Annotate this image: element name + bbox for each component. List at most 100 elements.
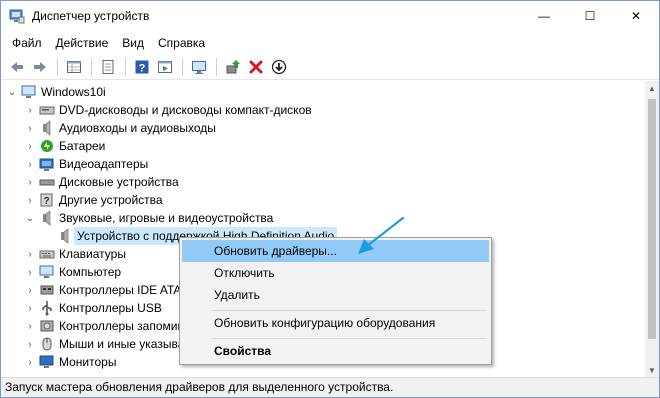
controller-icon (40, 285, 54, 295)
collapse-chevron-icon[interactable]: ⌄ (5, 83, 19, 101)
maximize-button[interactable]: ☐ (567, 1, 613, 31)
tree-item-audio-io[interactable]: › Аудиовходы и аудиовыходы (23, 119, 216, 137)
menu-file[interactable]: Файл (5, 32, 49, 54)
mouse-icon (42, 337, 52, 351)
help-icon: ? (135, 60, 149, 74)
tree-item-label: Звуковые, игровые и видеоустройства (59, 211, 274, 225)
window-title: Диспетчер устройств (32, 9, 150, 23)
expand-chevron-icon[interactable]: › (23, 245, 37, 263)
back-icon (11, 61, 23, 72)
toolbar-separator (125, 57, 126, 76)
toolbar-separator (57, 57, 58, 76)
expand-chevron-icon[interactable]: › (23, 353, 37, 371)
tree-item-label: Компьютер (59, 265, 122, 279)
expand-chevron-icon[interactable]: › (23, 335, 37, 353)
toolbar: ? (1, 54, 659, 80)
menu-action[interactable]: Действие (49, 32, 116, 54)
monitor-icon (192, 60, 206, 74)
disk-icon (39, 179, 55, 186)
update-driver-button[interactable] (222, 56, 244, 78)
context-menu: Обновить драйверы... Отключить Удалить О… (179, 237, 492, 365)
scan-hardware-button[interactable] (188, 56, 210, 78)
tree-root-label: Windows10i (41, 85, 106, 99)
scroll-up-icon[interactable]: ▲ (645, 81, 659, 95)
expand-chevron-icon[interactable]: › (23, 119, 37, 137)
enable-device-button[interactable] (268, 56, 290, 78)
forward-icon (34, 61, 46, 72)
svg-text:?: ? (139, 62, 146, 74)
svg-text:?: ? (43, 196, 49, 207)
context-update-drivers[interactable]: Обновить драйверы... (182, 240, 489, 262)
menu-view[interactable]: Вид (115, 32, 151, 54)
display-adapter-icon (39, 158, 54, 171)
vertical-scrollbar[interactable]: ▲ ▼ (645, 81, 659, 377)
expand-chevron-icon[interactable]: › (23, 281, 37, 299)
scroll-down-icon[interactable]: ▼ (645, 363, 659, 377)
expand-chevron-icon[interactable]: › (23, 137, 37, 155)
speaker-icon (43, 210, 51, 226)
tree-item-label: DVD-дисководы и дисководы компакт-дисков (59, 103, 312, 117)
properties-button[interactable] (97, 56, 119, 78)
menu-bar: Файл Действие Вид Справка (1, 32, 659, 54)
menu-help[interactable]: Справка (151, 32, 212, 54)
forward-button[interactable] (29, 56, 51, 78)
storage-icon (40, 320, 54, 332)
expand-chevron-icon[interactable]: › (23, 263, 37, 281)
minimize-button[interactable]: — (521, 1, 567, 31)
computer-icon (21, 85, 36, 98)
uninstall-device-button[interactable] (245, 56, 267, 78)
update-driver-icon (226, 59, 240, 73)
tree-item-label: Клавиатуры (59, 247, 126, 261)
keyboard-icon (39, 250, 55, 259)
expand-chevron-icon[interactable]: › (23, 299, 37, 317)
context-uninstall[interactable]: Удалить (182, 284, 489, 306)
battery-icon (41, 140, 53, 152)
unknown-device-icon: ? (40, 193, 53, 207)
tree-item-label: Дисковые устройства (59, 175, 179, 189)
tree-item-sound-video[interactable]: ⌄ Звуковые, игровые и видеоустройства (23, 209, 273, 227)
tree-item-other-devices[interactable]: › ? Другие устройства (23, 191, 163, 209)
context-disable[interactable]: Отключить (182, 262, 489, 284)
tree-item-computer[interactable]: › Компьютер (23, 263, 121, 281)
collapse-chevron-icon[interactable]: ⌄ (23, 209, 37, 227)
action-pane-button[interactable] (154, 56, 176, 78)
expand-chevron-icon[interactable]: › (23, 317, 37, 335)
toolbar-separator (216, 57, 217, 76)
tree-item-dvd[interactable]: › DVD-дисководы и дисководы компакт-диск… (23, 101, 312, 119)
tree-item-label: Видеоадаптеры (59, 157, 149, 171)
expand-chevron-icon[interactable]: › (23, 155, 37, 173)
tree-item-usb-controllers[interactable]: › Контроллеры USB (23, 299, 162, 317)
show-hide-console-tree-button[interactable] (63, 56, 85, 78)
context-separator (212, 338, 487, 339)
toolbar-separator (91, 57, 92, 76)
tree-item-keyboards[interactable]: › Клавиатуры (23, 245, 126, 263)
expand-chevron-icon[interactable]: › (23, 191, 37, 209)
tree-root[interactable]: ⌄ Windows10i (5, 83, 106, 101)
tree-item-batteries[interactable]: › Батареи (23, 137, 105, 155)
context-scan-hardware[interactable]: Обновить конфигурацию оборудования (182, 312, 489, 334)
computer-icon (39, 265, 54, 278)
close-button[interactable]: ✕ (613, 1, 659, 31)
expand-chevron-icon[interactable]: › (23, 101, 37, 119)
title-bar[interactable]: Диспетчер устройств — ☐ ✕ (1, 1, 659, 31)
tree-item-label: Мониторы (59, 355, 117, 369)
tree-item-label: Контроллеры USB (59, 301, 162, 315)
status-bar: Запуск мастера обновления драйверов для … (1, 377, 659, 397)
tree-item-display-adapters[interactable]: › Видеоадаптеры (23, 155, 148, 173)
speaker-icon (61, 228, 69, 244)
properties-sheet-icon (102, 59, 114, 74)
context-properties[interactable]: Свойства (182, 340, 489, 362)
download-icon (271, 59, 287, 74)
expand-chevron-icon[interactable]: › (23, 173, 37, 191)
context-separator (212, 310, 487, 311)
help-button[interactable]: ? (131, 56, 153, 78)
device-manager-icon (9, 9, 25, 24)
tree-item-disk-drives[interactable]: › Дисковые устройства (23, 173, 179, 191)
scroll-thumb[interactable] (648, 99, 656, 339)
speaker-icon (43, 120, 51, 136)
device-manager-window: Диспетчер устройств — ☐ ✕ Файл Действие … (0, 0, 660, 398)
dvd-icon (39, 106, 55, 115)
back-button[interactable] (6, 56, 28, 78)
tree-item-label: Другие устройства (59, 193, 163, 207)
tree-item-monitors[interactable]: › Мониторы (23, 353, 116, 371)
